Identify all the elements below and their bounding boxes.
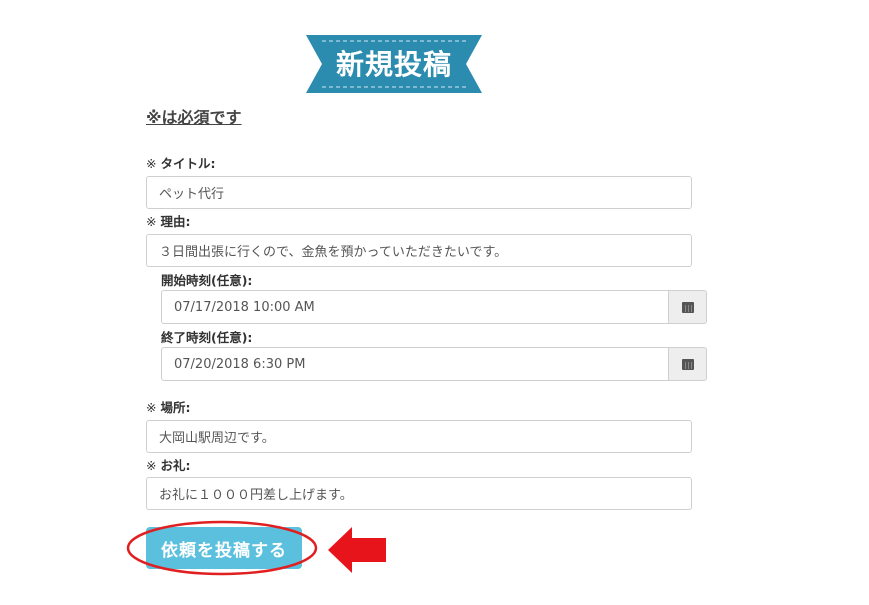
page-title-banner: 新規投稿 — [306, 35, 482, 93]
required-mark: ※ — [146, 458, 157, 473]
title-label: ※ タイトル: — [146, 153, 215, 172]
reason-input[interactable]: ３日間出張に行くので、金魚を預かっていただきたいです。 — [146, 234, 692, 267]
start-time-calendar-button[interactable] — [669, 290, 707, 324]
start-time-picker: 07/17/2018 10:00 AM — [161, 290, 707, 324]
title-input[interactable]: ペット代行 — [146, 176, 692, 209]
red-arrow-icon — [328, 527, 386, 573]
start-time-input[interactable]: 07/17/2018 10:00 AM — [161, 290, 669, 324]
title-label-text: タイトル: — [160, 156, 216, 171]
place-label: ※ 場所: — [146, 397, 190, 416]
reward-input[interactable]: お礼に１０００円差し上げます。 — [146, 477, 692, 510]
reward-label: ※ お礼: — [146, 455, 190, 474]
calendar-icon — [681, 301, 694, 313]
required-mark: ※ — [146, 156, 157, 171]
required-mark: ※ — [146, 214, 157, 229]
place-label-text: 場所: — [160, 400, 191, 415]
reward-label-text: お礼: — [160, 458, 191, 473]
highlight-ellipse — [126, 520, 318, 576]
end-time-label: 終了時刻(任意): — [161, 330, 253, 345]
required-note: ※は必須です — [146, 108, 242, 127]
end-time-input[interactable]: 07/20/2018 6:30 PM — [161, 347, 669, 381]
required-mark: ※ — [146, 400, 157, 415]
place-input[interactable]: 大岡山駅周辺です。 — [146, 420, 692, 453]
end-time-calendar-button[interactable] — [669, 347, 707, 381]
page-title: 新規投稿 — [335, 48, 452, 81]
reason-label-text: 理由: — [160, 214, 191, 229]
end-time-picker: 07/20/2018 6:30 PM — [161, 347, 707, 381]
reason-label: ※ 理由: — [146, 211, 190, 230]
calendar-icon — [681, 358, 694, 370]
start-time-label: 開始時刻(任意): — [161, 273, 253, 288]
